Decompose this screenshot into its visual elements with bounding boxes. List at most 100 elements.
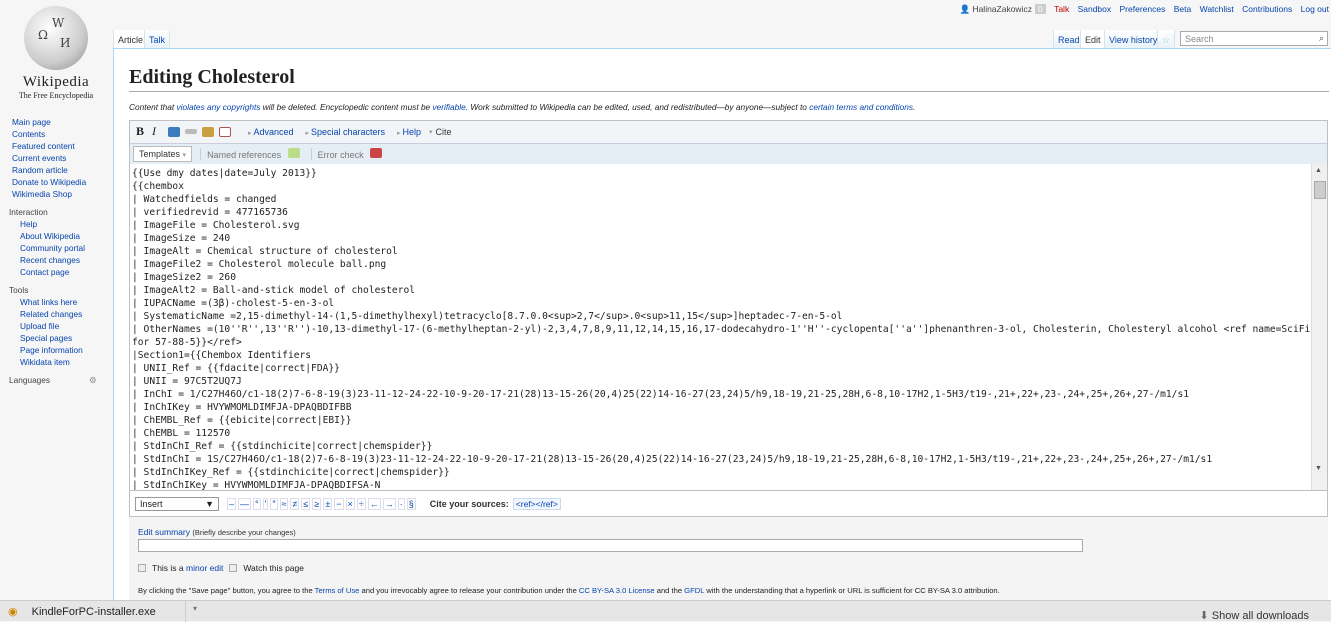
ref-insert-button[interactable]: <ref></ref> (512, 497, 561, 510)
watch-star-icon[interactable]: ☆ (1157, 30, 1176, 49)
insert-char-button[interactable]: ≥ (312, 497, 322, 510)
wikitext-line[interactable]: | ImageFile2 = Cholesterol molecule ball… (132, 258, 1327, 271)
preferences-link[interactable]: Preferences (1120, 4, 1166, 14)
sidebar-item-recent-changes[interactable]: Recent changes (20, 255, 80, 265)
wikitext-line[interactable]: | StdInChI_Ref = {{stdinchicite|correct|… (132, 440, 1327, 453)
insert-char-button[interactable]: − (334, 497, 344, 510)
sidebar-item-related-changes[interactable]: Related changes (20, 309, 82, 319)
wikitext-line[interactable]: | SystematicName =2,15-dimethyl-14-(1,5-… (132, 310, 1327, 323)
sidebar-item-special-pages[interactable]: Special pages (20, 333, 72, 343)
copyrights-link[interactable]: violates any copyrights (177, 102, 261, 112)
insert-char-button[interactable]: × (345, 497, 355, 510)
beta-link[interactable]: Beta (1174, 4, 1192, 14)
wikitext-line[interactable]: | InChI = 1/C27H46O/c1-18(2)7-6-8-19(3)2… (132, 388, 1327, 401)
wikitext-line[interactable]: | IUPACName =(3β)-cholest-5-en-3-ol (132, 297, 1327, 310)
wikitext-line[interactable]: |Section1={{Chembox Identifiers (132, 349, 1327, 362)
sidebar-item-page-information[interactable]: Page information (20, 345, 83, 355)
templates-dropdown[interactable]: Templates ▾ (133, 146, 193, 162)
wikitext-line[interactable]: | ImageFile = Cholesterol.svg (132, 219, 1327, 232)
download-options-icon[interactable]: ▾ (193, 604, 207, 613)
cite-menu[interactable]: Cite (436, 127, 452, 137)
insert-char-button[interactable]: § (406, 497, 416, 510)
search-input[interactable]: Search ⌕ (1180, 31, 1328, 46)
wikitext-line[interactable]: {{chembox (132, 180, 1327, 193)
wikitext-line[interactable]: | Watchedfields = changed (132, 193, 1327, 206)
user-link[interactable]: HalinaZakowicz (972, 4, 1032, 14)
interaction-heading[interactable]: Interaction (9, 206, 85, 218)
named-references-button[interactable]: Named references (200, 148, 305, 160)
insert-char-button[interactable]: · (397, 497, 405, 510)
wikitext-line[interactable]: | ChEMBL = 112570 (132, 427, 1327, 440)
insert-char-button[interactable]: ′ (262, 497, 269, 510)
sidebar-item-donate[interactable]: Donate to Wikipedia (12, 177, 86, 187)
sidebar-item-upload-file[interactable]: Upload file (20, 321, 59, 331)
wikitext-line[interactable]: | ImageAlt2 = Ball-and-stick model of ch… (132, 284, 1327, 297)
insert-select[interactable]: Insert ▼ (135, 496, 219, 511)
insert-char-button[interactable]: — (238, 497, 252, 510)
sidebar-item-contact[interactable]: Contact page (20, 267, 69, 277)
insert-char-button[interactable]: ″ (270, 497, 278, 510)
wikitext-editor[interactable]: {{Use dmy dates|date=July 2013}} {{chembo… (129, 164, 1328, 491)
watch-page-checkbox[interactable] (229, 564, 238, 572)
sidebar-item-main-page[interactable]: Main page (12, 117, 51, 127)
insert-char-button[interactable]: ← (367, 497, 381, 510)
wikitext-line[interactable]: | ImageAlt = Chemical structure of chole… (132, 245, 1327, 258)
sidebar-item-random-article[interactable]: Random article (12, 165, 68, 175)
sidebar-item-help[interactable]: Help (20, 219, 37, 229)
minor-edit-checkbox[interactable] (138, 564, 146, 572)
bold-button[interactable]: B (136, 124, 144, 139)
insert-char-button[interactable]: ≈ (279, 497, 289, 510)
insert-char-button[interactable]: ≠ (290, 497, 300, 510)
gfdl-link[interactable]: GFDL (684, 586, 704, 595)
sandbox-link[interactable]: Sandbox (1078, 4, 1112, 14)
editor-scrollbar[interactable]: ▲ ▼ (1311, 164, 1327, 490)
edit-summary-input[interactable] (138, 539, 1083, 552)
insert-char-button[interactable]: – (227, 497, 237, 510)
insert-char-button[interactable]: ° (253, 497, 261, 510)
notifications-badge[interactable]: 0 (1034, 4, 1046, 14)
sidebar-item-what-links-here[interactable]: What links here (20, 297, 77, 307)
cc-license-link[interactable]: CC BY-SA 3.0 License (579, 586, 655, 595)
wikipedia-logo[interactable]: WΩИ Wikipedia The Free Encyclopedia (14, 6, 98, 102)
tools-heading[interactable]: Tools (9, 284, 83, 296)
link-icon[interactable] (185, 129, 198, 134)
sidebar-item-contents[interactable]: Contents (12, 129, 45, 139)
wikitext-content[interactable]: {{Use dmy dates|date=July 2013}} {{chembo… (132, 167, 1327, 490)
verifiable-link[interactable]: verifiable (432, 102, 465, 112)
special-characters-menu[interactable]: Special characters (306, 127, 385, 137)
insert-char-button[interactable]: ÷ (356, 497, 366, 510)
terms-of-use-link[interactable]: Terms of Use (315, 586, 360, 595)
wikitext-line[interactable]: | StdInChI = 1S/C27H46O/c1-18(2)7-6-8-19… (132, 453, 1327, 466)
contributions-link[interactable]: Contributions (1242, 4, 1292, 14)
insert-char-button[interactable]: ± (323, 497, 333, 510)
gear-icon[interactable]: ⚙ (89, 374, 96, 386)
sidebar-item-shop[interactable]: Wikimedia Shop (12, 189, 72, 199)
wikitext-line[interactable]: | StdInChIKey = HVYWMOMLDIMFJA-DPAQBDIFS… (132, 479, 1327, 490)
edit-summary-link[interactable]: Edit summary (138, 527, 190, 537)
wikitext-line[interactable]: | ImageSize = 240 (132, 232, 1327, 245)
tab-edit[interactable]: Edit (1080, 30, 1106, 49)
wikitext-line[interactable]: for 57-88-5}}</ref> (132, 336, 1327, 349)
wikitext-line[interactable]: {{Use dmy dates|date=July 2013}} (132, 167, 1327, 180)
sidebar-item-featured-content[interactable]: Featured content (12, 141, 75, 151)
advanced-menu[interactable]: Advanced (248, 127, 293, 137)
signature-icon[interactable] (168, 126, 181, 137)
wikitext-line[interactable]: | InChIKey = HVYWMOMLDIMFJA-DPAQBDIFBB (132, 401, 1327, 414)
wikitext-line[interactable]: | UNII = 97C5T2UQ7J (132, 375, 1327, 388)
reference-icon[interactable] (219, 126, 232, 137)
minor-edit-link[interactable]: minor edit (186, 563, 223, 573)
tab-view-history[interactable]: View history (1104, 30, 1163, 49)
logout-link[interactable]: Log out (1301, 4, 1329, 14)
sidebar-item-wikidata-item[interactable]: Wikidata item (20, 357, 70, 367)
terms-link[interactable]: certain terms and conditions (809, 102, 913, 112)
wikitext-line[interactable]: | OtherNames =(10''R'',13''R'')-10,13-di… (132, 323, 1327, 336)
wikitext-line[interactable]: | UNII_Ref = {{fdacite|correct|FDA}} (132, 362, 1327, 375)
wikitext-line[interactable]: | ImageSize2 = 260 (132, 271, 1327, 284)
show-all-downloads-button[interactable]: ⬇ Show all downloads (1199, 609, 1309, 622)
scroll-down-icon[interactable]: ▼ (1315, 465, 1322, 472)
talk-link[interactable]: Talk (1054, 4, 1069, 14)
wikitext-line[interactable]: | verifiedrevid = 477165736 (132, 206, 1327, 219)
image-icon[interactable] (202, 126, 215, 137)
download-item[interactable]: ◉ KindleForPC-installer.exe (0, 601, 186, 622)
insert-char-button[interactable]: ≤ (301, 497, 311, 510)
